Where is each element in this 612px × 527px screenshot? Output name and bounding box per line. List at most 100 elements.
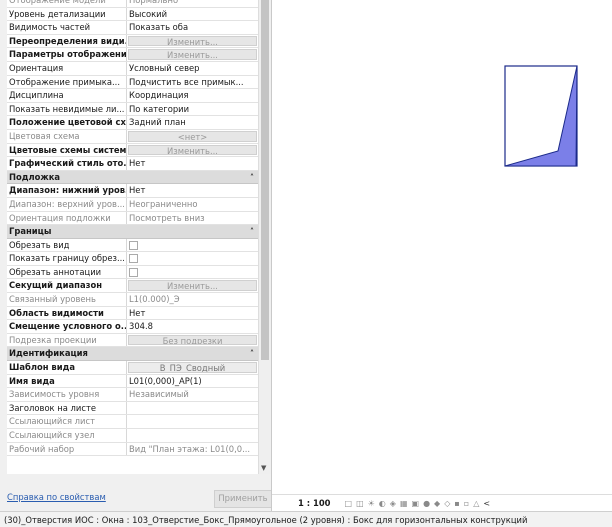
property-row[interactable]: Зависимость уровня Независимый	[7, 388, 258, 402]
property-row[interactable]: Переопределения види... Изменить...	[7, 34, 258, 49]
collapse-icon[interactable]: ˄	[250, 225, 254, 238]
property-row[interactable]: Показать невидимые ли... По категории	[7, 102, 258, 117]
section-bounds[interactable]: Границы ˄	[7, 225, 258, 239]
property-name: Связанный уровень	[7, 293, 127, 306]
property-name: Показать невидимые ли...	[7, 102, 127, 116]
property-row[interactable]: Имя вида L01(0,000)_АР(1)	[7, 374, 258, 389]
property-value[interactable]	[127, 415, 258, 428]
property-row[interactable]: Отображение примыка... Подчистить все при…	[7, 75, 258, 90]
property-row[interactable]: Цветовые схемы системы Изменить...	[7, 143, 258, 158]
property-value[interactable]: Неограниченно	[127, 198, 258, 211]
property-row[interactable]: Цветовая схема <нет>	[7, 129, 258, 144]
sun-path-icon[interactable]: ☀	[368, 499, 375, 508]
scroll-left-icon[interactable]: <	[483, 499, 490, 508]
property-row[interactable]: Диапазон: верхний уров... Неограниченно	[7, 197, 258, 212]
render-icon[interactable]: ◈	[390, 499, 396, 508]
collapse-icon[interactable]: ˄	[250, 171, 254, 184]
property-row[interactable]: Секущий диапазон Изменить...	[7, 279, 258, 294]
property-name: Ориентация подложки	[7, 211, 127, 225]
property-value[interactable]: Показать оба	[127, 21, 258, 34]
visual-style-icon[interactable]: ◫	[356, 499, 364, 508]
property-row[interactable]: Область видимости Нет	[7, 306, 258, 321]
property-row[interactable]: Видимость частей Показать оба	[7, 21, 258, 35]
section-title: Границы	[9, 226, 52, 237]
scroll-down-icon[interactable]: ▼	[261, 464, 266, 472]
property-edit-button[interactable]: Изменить...	[128, 280, 257, 292]
property-name: Отображение модели	[7, 0, 127, 7]
reveal-hidden-icon[interactable]: ◇	[444, 499, 450, 508]
section-underlay[interactable]: Подложка ˄	[7, 170, 258, 185]
property-value[interactable]: L1(0.000)_Э	[127, 293, 258, 306]
worksharing-icon[interactable]: ▪	[454, 499, 459, 508]
highlight-icon[interactable]: △	[473, 499, 479, 508]
property-checkbox[interactable]	[127, 239, 258, 252]
property-value[interactable]: Задний план	[127, 116, 258, 129]
property-row[interactable]: Шаблон вида В_ПЭ_Сводный	[7, 361, 258, 375]
collapse-icon[interactable]: ˄	[250, 347, 254, 360]
property-value[interactable]: Нормально	[127, 0, 258, 7]
property-value[interactable]: Вид "План этажа: L01(0,0...	[127, 443, 258, 456]
property-checkbox[interactable]	[127, 252, 258, 265]
checkbox[interactable]	[129, 254, 138, 264]
property-edit-button[interactable]: Изменить...	[128, 35, 257, 47]
property-value[interactable]: Нет	[127, 157, 258, 170]
property-row[interactable]: Обрезать аннотации	[7, 265, 258, 280]
property-row[interactable]: Связанный уровень L1(0.000)_Э	[7, 293, 258, 307]
property-row[interactable]: Ориентация Условный север	[7, 61, 258, 76]
property-row[interactable]: Рабочий набор Вид "План этажа: L01(0,0...	[7, 442, 258, 457]
property-template-button[interactable]: В_ПЭ_Сводный	[128, 362, 257, 373]
property-value[interactable]: Нет	[127, 307, 258, 320]
property-row[interactable]: Подрезка проекции Без подрезки	[7, 333, 258, 348]
crop-region-icon[interactable]: ▣	[412, 499, 420, 508]
property-checkbox[interactable]	[127, 266, 258, 279]
property-value[interactable]: Условный север	[127, 62, 258, 75]
property-row[interactable]: Ссылающийся узел	[7, 429, 258, 443]
checkbox[interactable]	[129, 267, 138, 277]
properties-scrollbar[interactable]: ▼	[258, 0, 271, 474]
property-row[interactable]: Заголовок на листе	[7, 401, 258, 416]
property-name: Цветовые схемы системы	[9, 143, 127, 157]
property-row[interactable]: Графический стиль ото... Нет	[7, 157, 258, 171]
property-name: Ссылающийся узел	[7, 429, 127, 442]
section-identity[interactable]: Идентификация ˄	[7, 347, 258, 362]
property-row[interactable]: Показать границу обрез...	[7, 252, 258, 266]
properties-panel: Отображение модели Нормально Уровень детал…	[0, 0, 272, 511]
analytical-model-icon[interactable]: ▫	[464, 499, 469, 508]
property-value[interactable]: Независимый	[127, 388, 258, 401]
shadows-icon[interactable]: ◐	[379, 499, 386, 508]
property-row[interactable]: Диапазон: нижний уров... Нет	[7, 184, 258, 198]
property-edit-button[interactable]: Изменить...	[128, 49, 257, 60]
property-row[interactable]: Уровень детализации Высокий	[7, 7, 258, 22]
view-scale[interactable]: 1 : 100	[298, 498, 331, 508]
property-row[interactable]: Отображение модели Нормально	[7, 0, 258, 8]
property-value[interactable]: Высокий	[127, 8, 258, 21]
property-row[interactable]: Ориентация подложки Посмотреть вниз	[7, 211, 258, 226]
property-value[interactable]: По категории	[127, 103, 258, 116]
view-canvas[interactable]	[272, 0, 612, 494]
property-value[interactable]: Подчистить все примык...	[127, 76, 258, 89]
property-row[interactable]: Параметры отображени... Изменить...	[7, 48, 258, 62]
property-row[interactable]: Дисциплина Координация	[7, 89, 258, 103]
detail-level-icon[interactable]: □	[345, 499, 353, 508]
crop-view-icon[interactable]: ▦	[400, 499, 408, 508]
property-edit-button[interactable]: Изменить...	[128, 144, 257, 156]
property-value[interactable]: L01(0,000)_АР(1)	[127, 375, 258, 388]
properties-help-link[interactable]: Справка по свойствам	[7, 492, 106, 502]
apply-button[interactable]: Применить	[214, 490, 271, 508]
property-row[interactable]: Обрезать вид	[7, 238, 258, 253]
property-value[interactable]: Посмотреть вниз	[127, 212, 258, 225]
property-value[interactable]: 304.8	[127, 320, 258, 333]
property-row[interactable]: Положение цветовой сх... Задний план	[7, 116, 258, 130]
lock-3d-icon[interactable]: ●	[423, 499, 430, 508]
property-row[interactable]: Ссылающийся лист	[7, 415, 258, 429]
temporary-hide-icon[interactable]: ◆	[434, 499, 440, 508]
property-value[interactable]: Нет	[127, 184, 258, 197]
checkbox[interactable]	[129, 240, 138, 250]
property-value[interactable]	[127, 402, 258, 415]
property-value[interactable]: Координация	[127, 89, 258, 102]
property-edit-button[interactable]: Без подрезки	[128, 334, 257, 346]
scrollbar-thumb[interactable]	[261, 0, 269, 360]
property-value[interactable]	[127, 429, 258, 442]
property-row[interactable]: Смещение условного о... 304.8	[7, 320, 258, 334]
property-edit-button[interactable]: <нет>	[128, 130, 257, 142]
